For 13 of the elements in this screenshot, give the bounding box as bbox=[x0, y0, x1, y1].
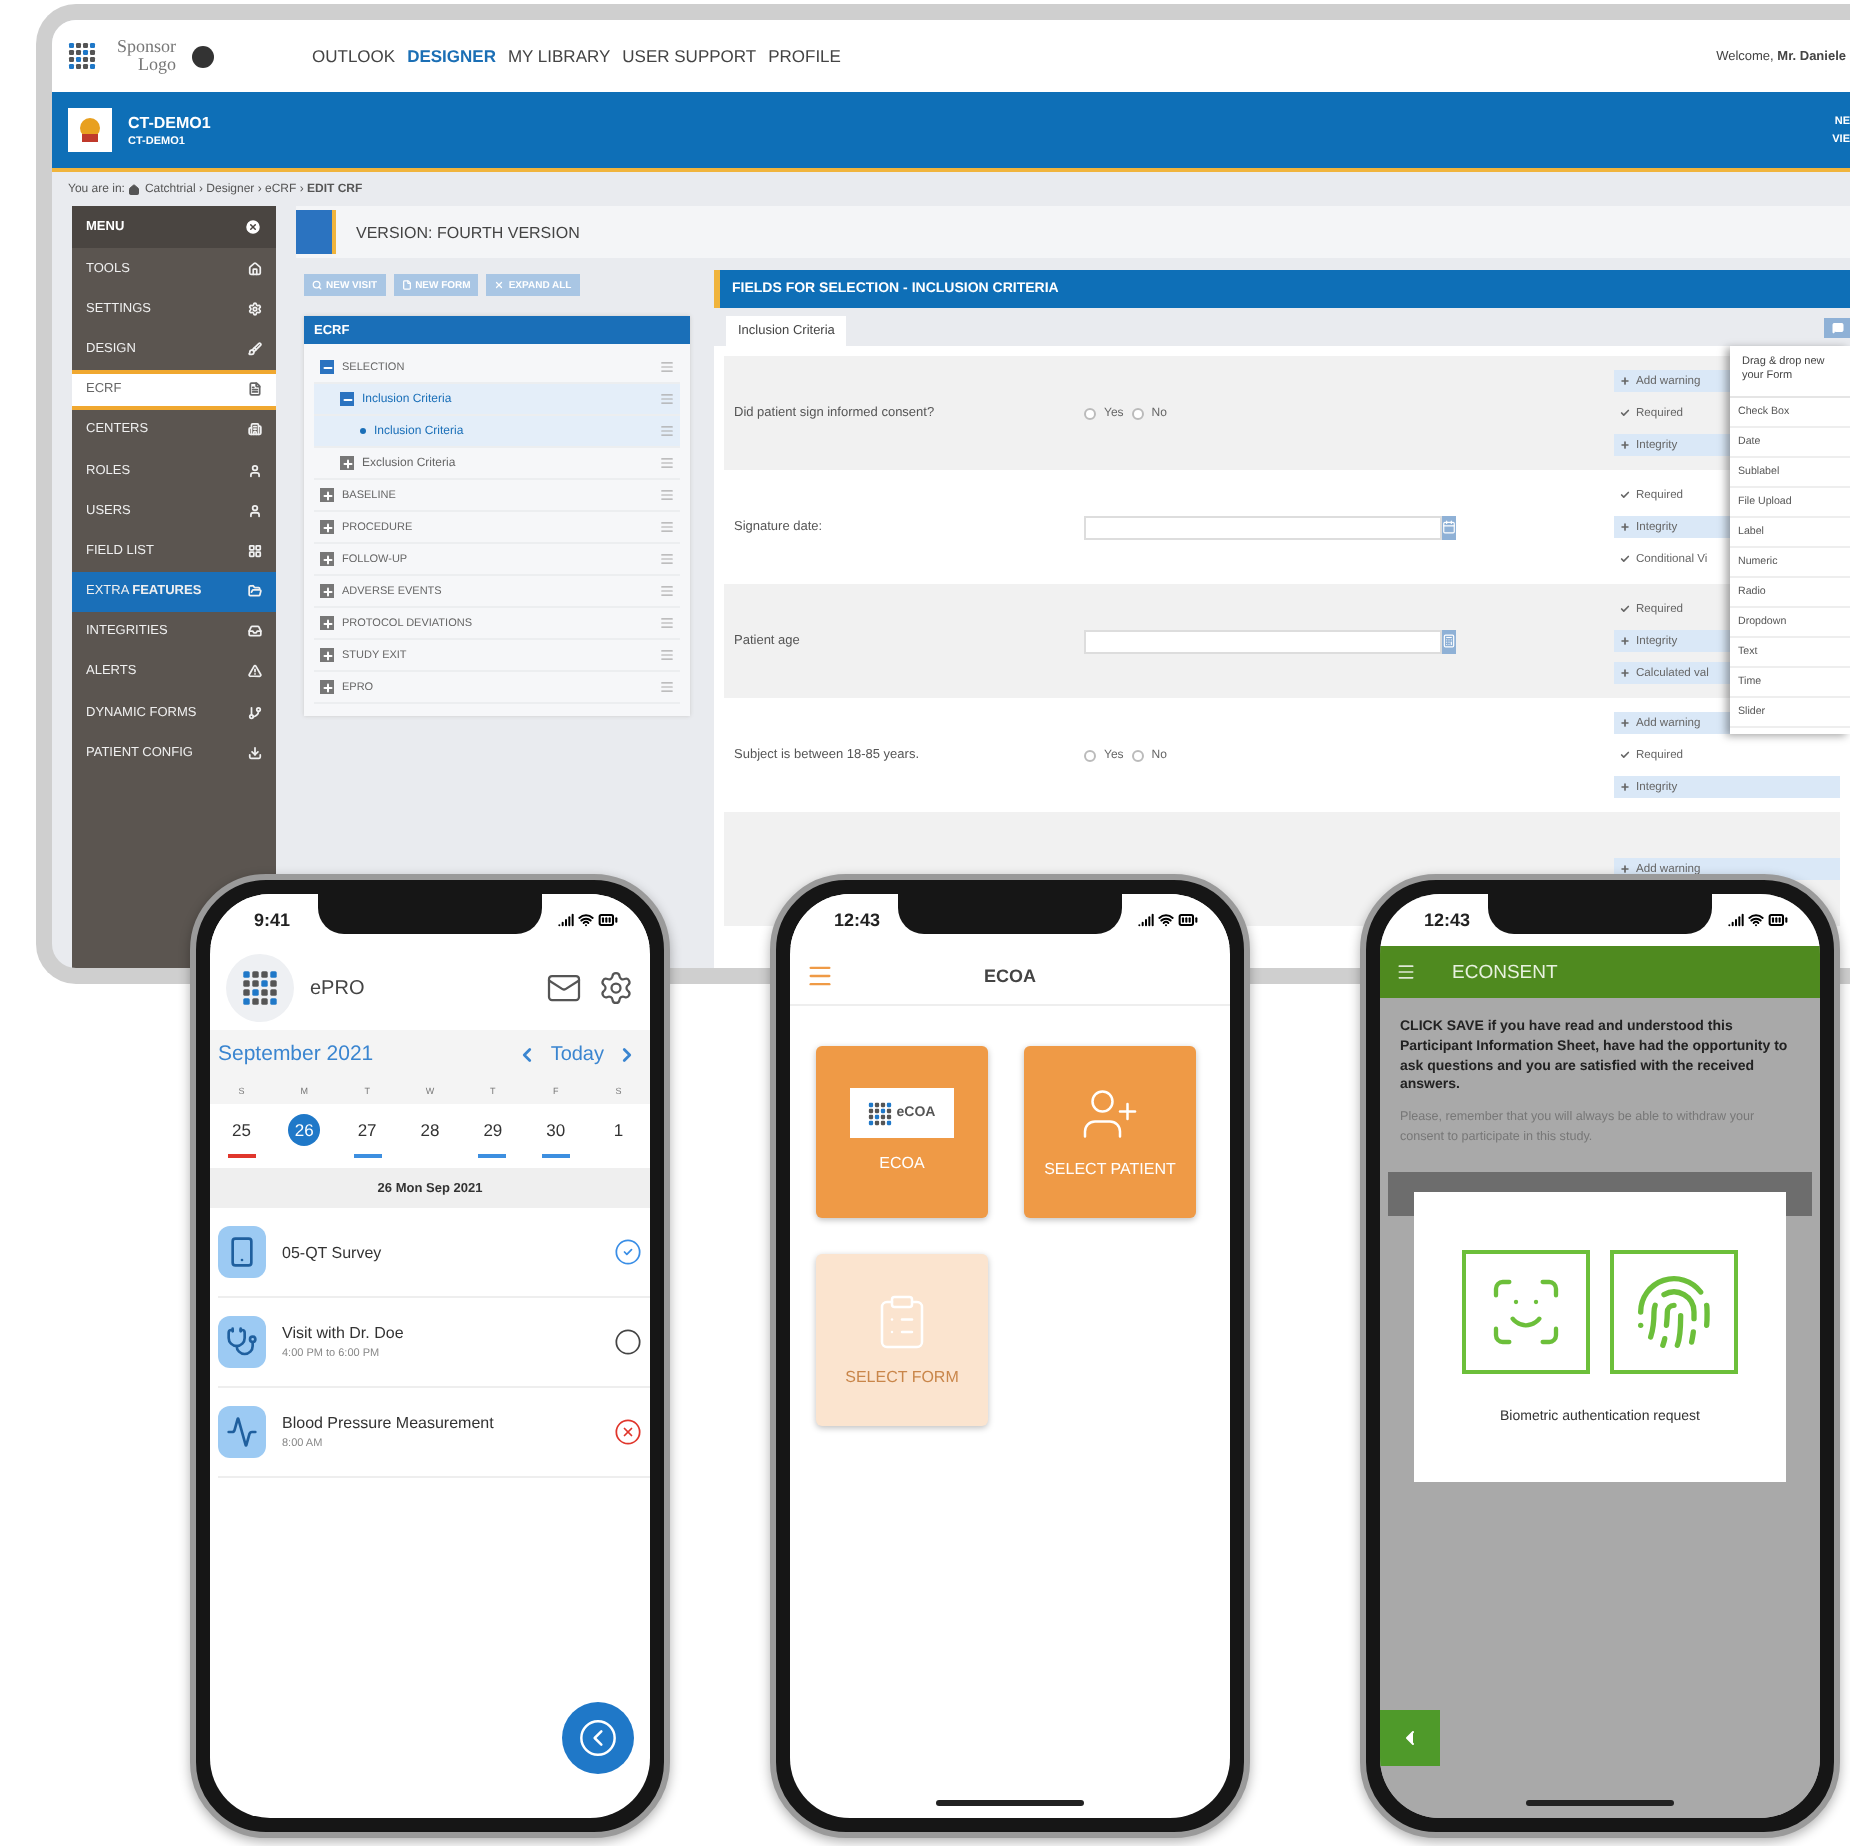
app-title: ECONSENT bbox=[1452, 961, 1558, 983]
event-title: Visit with Dr. Doe bbox=[282, 1324, 406, 1342]
status-time: 9:41 bbox=[254, 910, 291, 930]
event-title: 05-QT Survey bbox=[282, 1243, 384, 1261]
study-title: CT-DEMO1 bbox=[128, 113, 211, 131]
app-title: ePRO bbox=[310, 977, 367, 999]
status-time: 12:43 bbox=[1424, 910, 1471, 930]
app-title: ECOA bbox=[984, 965, 1036, 985]
sponsor-logo: Sponsor Logo bbox=[114, 38, 176, 74]
status-time: 12:43 bbox=[834, 910, 881, 930]
version-title: VERSION: FOURTH VERSION bbox=[356, 223, 580, 241]
event-title: Blood Pressure Measurement bbox=[282, 1414, 496, 1432]
month-title: September 2021 bbox=[218, 1042, 376, 1066]
